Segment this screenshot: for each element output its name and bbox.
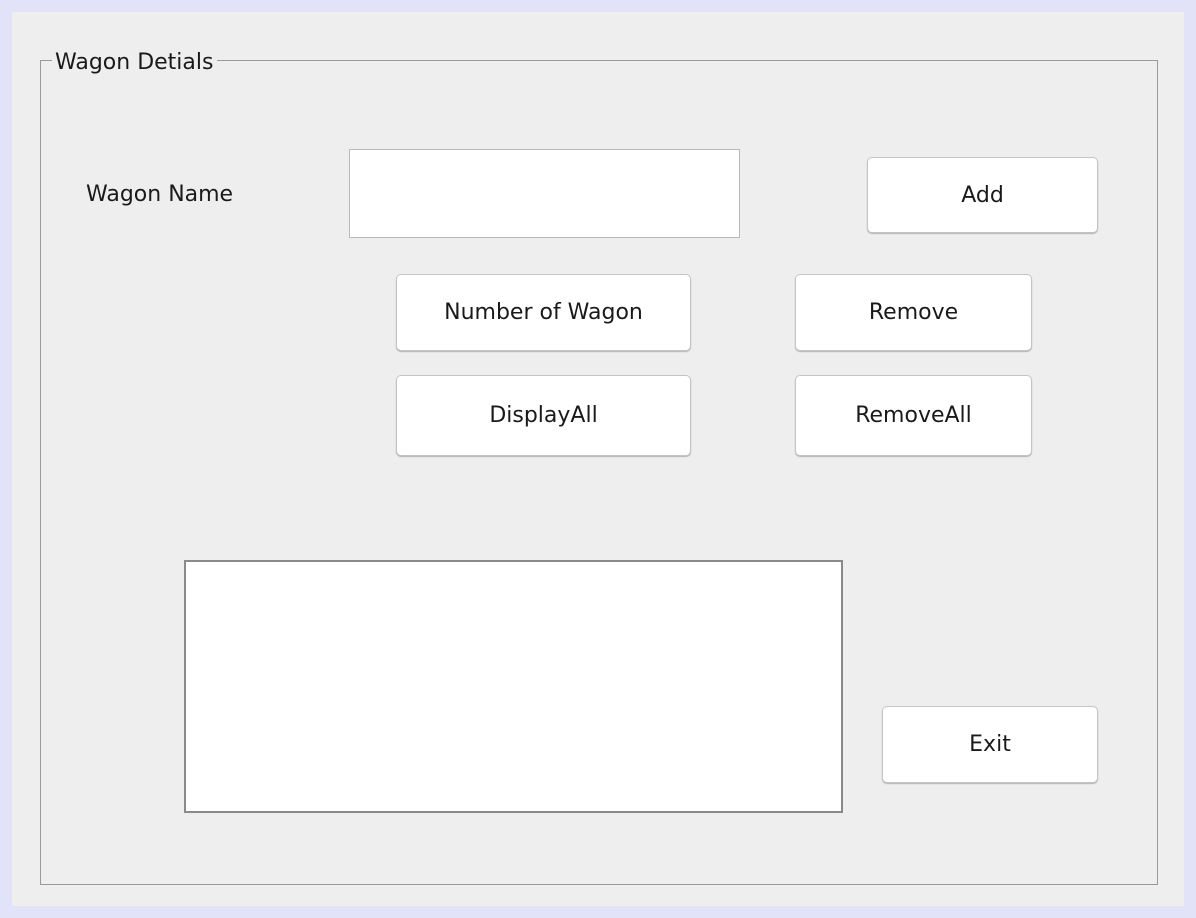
add-button[interactable]: Add <box>867 157 1098 233</box>
remove-button[interactable]: Remove <box>795 274 1032 351</box>
wagon-name-label: Wagon Name <box>86 182 234 207</box>
groupbox-title: Wagon Detials <box>52 50 218 76</box>
wagon-name-input[interactable] <box>349 149 740 238</box>
remove-all-button[interactable]: RemoveAll <box>795 375 1032 456</box>
display-all-button[interactable]: DisplayAll <box>396 375 691 456</box>
output-textarea[interactable] <box>184 560 843 813</box>
main-window: Wagon Detials Wagon Name Add Number of W… <box>12 12 1184 906</box>
number-of-wagon-button[interactable]: Number of Wagon <box>396 274 691 351</box>
exit-button[interactable]: Exit <box>882 706 1098 783</box>
